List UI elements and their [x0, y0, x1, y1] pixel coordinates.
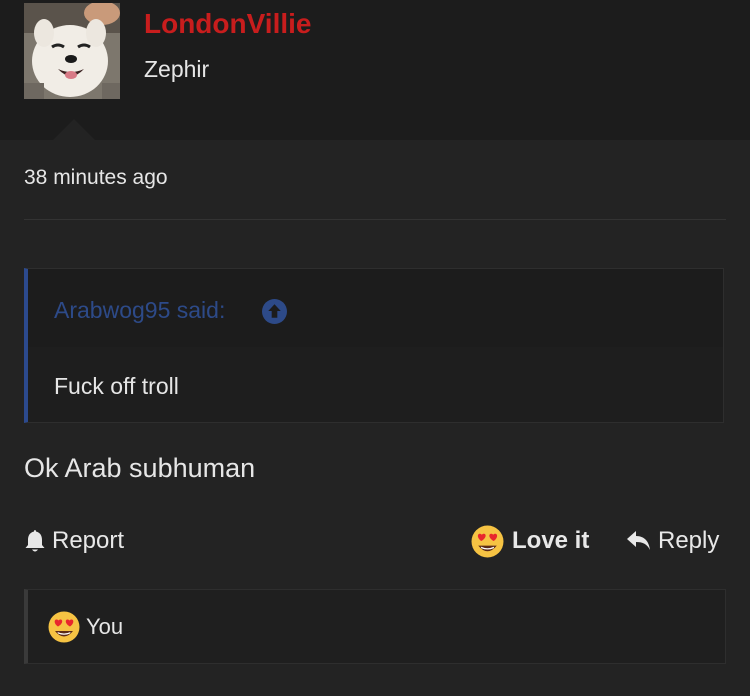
post-timestamp[interactable]: 38 minutes ago [24, 166, 168, 190]
post-message: Ok Arab subhuman [24, 453, 256, 483]
reply-arrow-icon [627, 531, 650, 550]
header-pointer-arrow [52, 119, 96, 141]
reply-button[interactable]: Reply [626, 524, 719, 558]
love-it-label: Love it [512, 527, 590, 554]
reactions-bar[interactable]: You [24, 589, 726, 664]
bell-icon [25, 530, 45, 552]
avatar-dog-image [24, 3, 120, 99]
report-button[interactable]: Report [24, 524, 124, 558]
post-author-name[interactable]: LondonVillie [144, 8, 311, 40]
love-it-button[interactable]: Love it [471, 524, 589, 558]
quote-block: Arabwog95 said: Fuck off troll [24, 268, 724, 423]
divider [24, 219, 726, 220]
quote-author[interactable]: Arabwog95 said: [54, 297, 225, 324]
reaction-user-list[interactable]: You [86, 614, 123, 640]
heart-eyes-emoji-icon [471, 525, 504, 557]
user-header: LondonVillie Zephir [0, 0, 750, 141]
quote-text: Fuck off troll [54, 373, 179, 399]
report-label: Report [52, 527, 125, 554]
arrow-up-circle-icon[interactable] [262, 299, 287, 324]
heart-eyes-emoji-icon [48, 611, 80, 643]
post-author-title: Zephir [144, 56, 210, 82]
user-avatar[interactable] [24, 3, 120, 99]
quote-header: Arabwog95 said: [28, 269, 723, 347]
reply-label: Reply [658, 527, 720, 554]
